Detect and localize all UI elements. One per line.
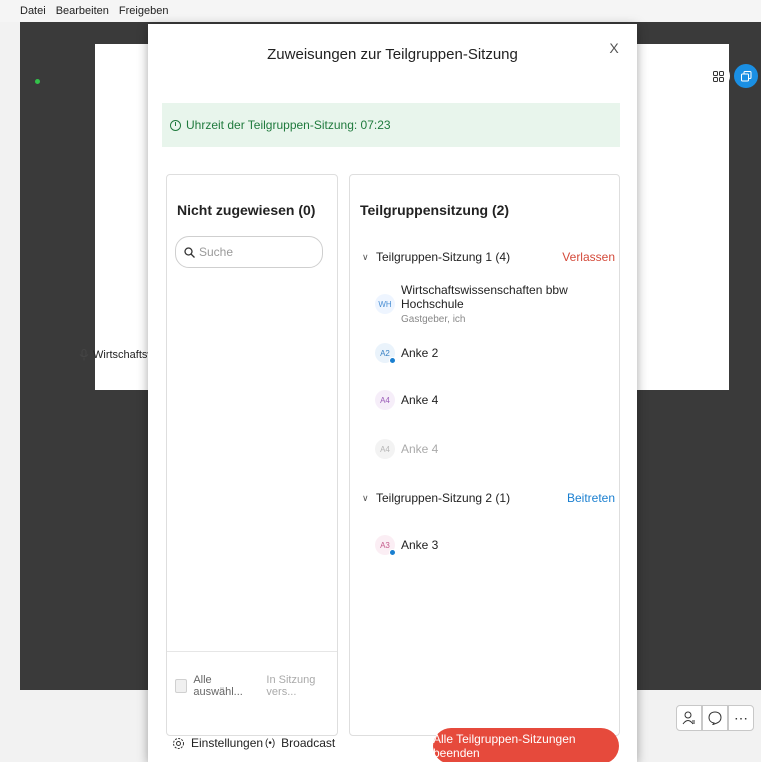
more-icon: ⋯ (734, 709, 748, 726)
broadcast-button[interactable]: (•) Broadcast (265, 736, 335, 750)
avatar-initials: A3 (380, 540, 390, 550)
presence-indicator (389, 357, 396, 364)
dialog-title: Zuweisungen zur Teilgruppen-Sitzung (267, 46, 518, 63)
search-icon (184, 246, 195, 258)
member-name: Anke 3 (401, 538, 439, 552)
timer-text: Uhrzeit der Teilgruppen-Sitzung: 07:23 (186, 118, 391, 132)
status-dot (35, 79, 40, 84)
breakout-panel: Teilgruppensitzung (2) ∨ Teilgruppen-Sit… (349, 174, 620, 736)
move-to-session-button[interactable]: In Sitzung vers... (266, 674, 337, 698)
avatar: A3 (375, 535, 396, 556)
group-header-2[interactable]: ∨ Teilgruppen-Sitzung 2 (1) Beitreten (362, 491, 615, 505)
member-name: Wirtschaftswissenschaften bbw Hochschule (401, 283, 568, 311)
presence-indicator (389, 549, 396, 556)
avatar: A4 (375, 439, 395, 459)
member-item[interactable]: A4 Anke 4 (375, 390, 438, 410)
menu-bar: Datei Bearbeiten Freigeben (0, 0, 761, 22)
settings-label: Einstellungen (191, 736, 264, 750)
timer-banner: Uhrzeit der Teilgruppen-Sitzung: 07:23 (162, 103, 620, 147)
unassigned-heading: Nicht zugewiesen (0) (177, 202, 316, 218)
breakout-assignment-dialog: Zuweisungen zur Teilgruppen-Sitzung X Uh… (148, 24, 637, 762)
search-input[interactable] (199, 245, 309, 259)
layout-grid-button[interactable] (706, 64, 730, 88)
microphone-icon (79, 349, 89, 361)
join-button[interactable]: Beitreten (567, 491, 615, 505)
leave-button[interactable]: Verlassen (562, 250, 615, 264)
menu-share[interactable]: Freigeben (119, 5, 169, 17)
menu-file[interactable]: Datei (20, 5, 46, 17)
member-text: Wirtschaftswissenschaften bbw Hochschule… (401, 283, 619, 325)
avatar: WH (375, 294, 395, 314)
more-options-button[interactable]: ⋯ (728, 705, 754, 731)
chevron-down-icon: ∨ (362, 492, 369, 503)
clock-icon (170, 119, 181, 131)
gear-icon (173, 737, 184, 749)
grid-icon (712, 70, 724, 82)
avatar: A2 (375, 343, 396, 364)
member-item[interactable]: WH Wirtschaftswissenschaften bbw Hochsch… (375, 283, 619, 325)
select-all-label[interactable]: Alle auswähl... (193, 674, 254, 698)
broadcast-label: Broadcast (281, 736, 336, 750)
settings-button[interactable]: Einstellungen (172, 736, 263, 750)
avatar-initials: A2 (380, 348, 390, 358)
member-item[interactable]: A4 Anke 4 (375, 439, 438, 459)
member-item[interactable]: A3 Anke 3 (375, 535, 439, 556)
participants-icon (682, 711, 695, 725)
select-all-checkbox[interactable] (175, 679, 188, 693)
participants-button[interactable] (676, 705, 702, 731)
group-name-1: Teilgruppen-Sitzung 1 (4) (376, 250, 511, 264)
unassigned-panel: Nicht zugewiesen (0) Alle auswähl... In … (166, 174, 338, 736)
menu-edit[interactable]: Bearbeiten (56, 5, 109, 17)
close-button[interactable]: X (605, 40, 623, 58)
member-name: Anke 4 (401, 442, 439, 456)
chat-icon (708, 711, 722, 725)
member-item[interactable]: A2 Anke 2 (375, 343, 439, 364)
chat-button[interactable] (702, 705, 728, 731)
member-role: Gastgeber, ich (401, 314, 466, 325)
search-box[interactable] (175, 236, 323, 268)
end-all-sessions-button[interactable]: Alle Teilgruppen-Sitzungen beenden (433, 728, 619, 762)
broadcast-icon: (•) (265, 737, 276, 749)
avatar: A4 (375, 390, 395, 410)
unassigned-footer: Alle auswähl... In Sitzung vers... (167, 651, 337, 735)
unassigned-actions: Alle auswähl... In Sitzung vers... (175, 674, 337, 698)
breakout-icon (740, 70, 751, 81)
breakout-button[interactable] (734, 64, 758, 88)
chevron-down-icon: ∨ (362, 251, 369, 262)
dialog-footer: Einstellungen (•) Broadcast Alle Teilgru… (148, 724, 637, 762)
group-header-1[interactable]: ∨ Teilgruppen-Sitzung 1 (4) Verlassen (362, 250, 615, 264)
member-name: Anke 4 (401, 393, 439, 407)
member-name: Anke 2 (401, 346, 439, 360)
breakout-heading: Teilgruppensitzung (2) (360, 202, 510, 218)
group-name-2: Teilgruppen-Sitzung 2 (1) (376, 491, 511, 505)
